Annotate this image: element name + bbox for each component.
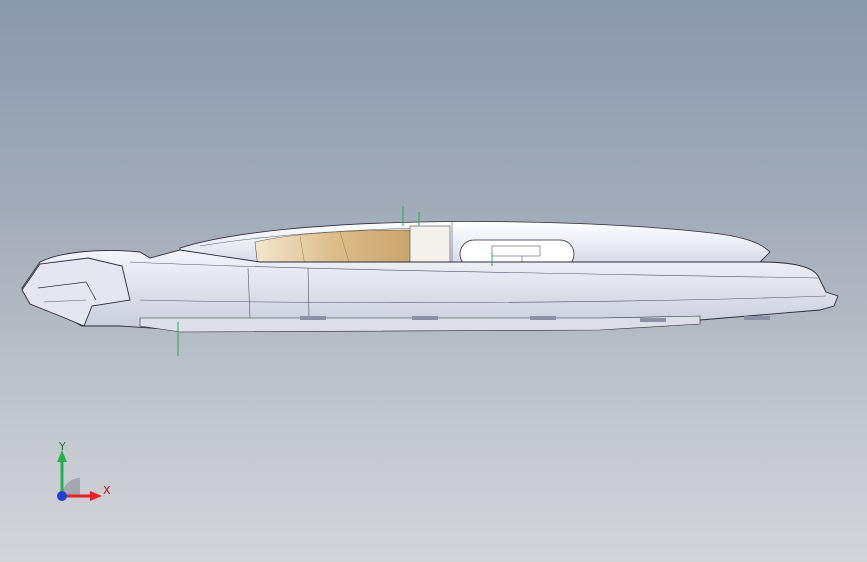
cad-model[interactable]	[0, 0, 867, 562]
graphics-viewport[interactable]: Y X	[0, 0, 867, 562]
coordinate-triad: Y X	[57, 440, 111, 501]
lower-rail[interactable]	[139, 315, 770, 333]
y-axis-label: Y	[58, 440, 66, 453]
x-axis-label: X	[103, 484, 111, 497]
x-axis-arrow	[90, 491, 102, 501]
z-axis-dot	[57, 491, 67, 501]
